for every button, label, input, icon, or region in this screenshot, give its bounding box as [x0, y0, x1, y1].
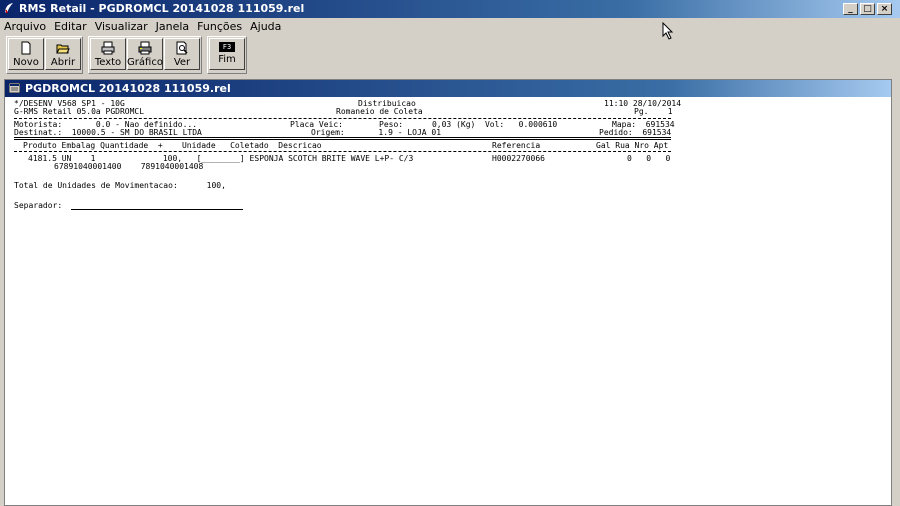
report-column-header: Produto Embalag Quantidade + Unidade Col…: [23, 141, 322, 150]
report-destinatario: Destinat.: 10000.5 - SM DO BRASIL LTDA: [14, 128, 202, 137]
menu-editar[interactable]: Editar: [50, 20, 91, 33]
report-column-location: Gal Rua Nro Apt: [596, 141, 669, 150]
report-window-icon: [9, 83, 20, 93]
print-graphic-label: Gráfico: [127, 57, 163, 68]
toolbar-group-exit: F3 Fim: [207, 36, 247, 74]
report-window-title: PGDROMCL 20141028 111059.rel: [25, 82, 231, 95]
exit-button-label: Fim: [218, 54, 236, 65]
report-origem: Origem: 1.9 - LOJA 01: [311, 128, 442, 137]
window-titlebar: RMS Retail - PGDROMCL 20141028 111059.re…: [0, 0, 900, 18]
report-program-line: G-RMS Retail 05.0a PGDROMCL: [14, 107, 145, 116]
open-button[interactable]: Abrir: [45, 38, 81, 70]
printer-color-icon: [138, 41, 152, 55]
app-icon: [5, 3, 13, 14]
menu-janela[interactable]: Janela: [152, 20, 194, 33]
report-column-referencia: Referencia: [492, 141, 541, 150]
mdi-right-border: [892, 78, 900, 506]
toolbar: Novo Abrir Texto Gráfico Ver F3 Fim: [6, 36, 252, 74]
menu-funcoes[interactable]: Funções: [193, 20, 246, 33]
report-separador: Separador:: [14, 201, 63, 210]
report-total: Total de Unidades de Movimentacao: 100,: [14, 181, 226, 190]
new-file-icon: [21, 41, 31, 55]
print-graphic-button[interactable]: Gráfico: [127, 38, 163, 70]
print-text-button[interactable]: Texto: [90, 38, 126, 70]
preview-label: Ver: [173, 57, 191, 68]
print-text-label: Texto: [94, 57, 122, 68]
new-button[interactable]: Novo: [8, 38, 44, 70]
report-content: */DESENV V568 SP1 - 10G Distribuicao 11:…: [14, 98, 884, 498]
mouse-cursor-icon: [662, 22, 674, 40]
toolbar-group-print: Texto Gráfico Ver: [88, 36, 202, 74]
close-button[interactable]: ×: [877, 3, 892, 15]
divider: [14, 118, 671, 119]
window-controls: _ □ ×: [843, 3, 892, 15]
menu-bar: Arquivo Editar Visualizar Janela Funções…: [0, 18, 900, 35]
menu-visualizar[interactable]: Visualizar: [91, 20, 152, 33]
preview-icon: [176, 41, 188, 55]
report-window-titlebar: PGDROMCL 20141028 111059.rel: [5, 80, 891, 97]
preview-button[interactable]: Ver: [164, 38, 200, 70]
exit-button[interactable]: F3 Fim: [209, 38, 245, 70]
report-subheading: Romaneio de Coleta: [336, 107, 423, 116]
separador-signature-line: [71, 209, 243, 210]
report-pedido: Pedido: 691534: [599, 128, 672, 137]
report-item-barcodes: 67891040001400 7891040001408: [54, 162, 204, 171]
open-button-label: Abrir: [50, 57, 76, 68]
report-item-location: 0 0 0: [627, 154, 671, 163]
f3-key-icon: F3: [218, 42, 236, 52]
minimize-button[interactable]: _: [843, 3, 858, 15]
menu-arquivo[interactable]: Arquivo: [0, 20, 50, 33]
toolbar-group-file: Novo Abrir: [6, 36, 83, 74]
divider: [14, 151, 671, 152]
report-window: PGDROMCL 20141028 111059.rel */DESENV V5…: [4, 79, 892, 506]
printer-icon: [101, 41, 115, 55]
report-page: Pg. 1: [634, 107, 673, 116]
open-folder-icon: [56, 44, 70, 54]
report-item-referencia: H0002270066: [492, 154, 545, 163]
window-title: RMS Retail - PGDROMCL 20141028 111059.re…: [19, 2, 305, 15]
maximize-button[interactable]: □: [860, 3, 875, 15]
menu-ajuda[interactable]: Ajuda: [246, 20, 285, 33]
divider: [14, 137, 671, 140]
new-button-label: Novo: [13, 57, 39, 68]
